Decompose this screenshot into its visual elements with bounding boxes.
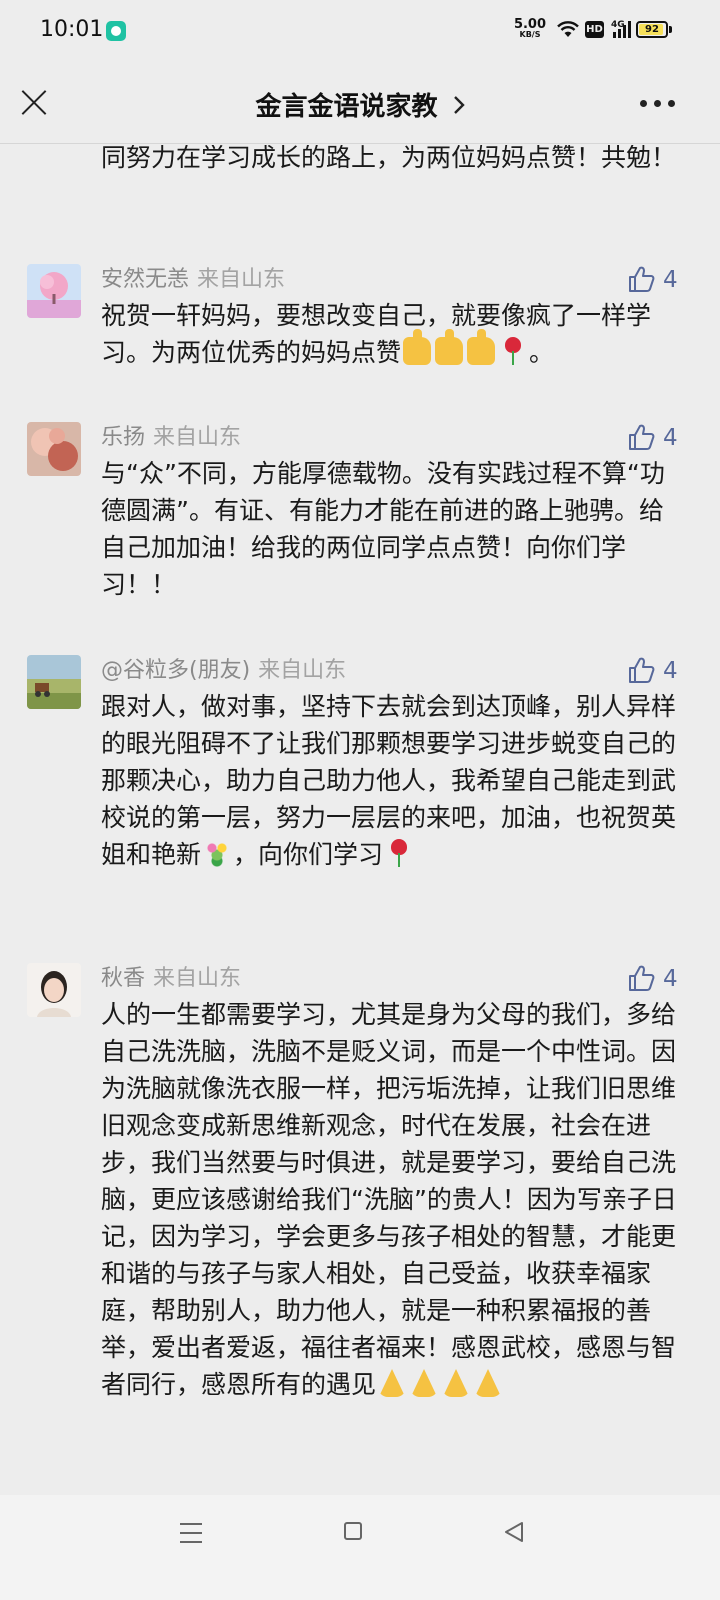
comment-text: 祝贺一轩妈妈，要想改变自己，就要像疯了一样学习。为两位优秀的妈妈点赞。 xyxy=(101,297,681,371)
thumbs-up-emoji xyxy=(435,329,464,365)
avatar[interactable] xyxy=(27,655,81,709)
network-speed-unit: KB/S xyxy=(519,30,541,39)
signal-label: 4G xyxy=(611,20,625,30)
bouquet-emoji xyxy=(203,839,232,867)
commenter-name[interactable]: 安然无恙 xyxy=(101,267,189,292)
thumbs-up-emoji xyxy=(403,329,432,365)
comment-text-part: 。 xyxy=(529,338,555,367)
comment-list[interactable]: 同努力在学习成长的路上，为两位妈妈点赞！共勉！ 安然无恙 来自山东 4 祝贺一轩妈… xyxy=(0,145,720,1495)
like-count: 4 xyxy=(663,966,678,992)
wifi-icon xyxy=(557,21,579,37)
signal-4g-icon: 4G xyxy=(611,20,631,38)
battery-icon: 92 xyxy=(636,21,668,38)
more-options-icon[interactable] xyxy=(640,100,676,108)
comment-text-part: 人的一生都需要学习，尤其是身为父母的我们，多给自己洗洗脑，洗脑不是贬义词，而是一… xyxy=(101,1000,677,1399)
thumbs-up-icon xyxy=(629,424,655,450)
comment-text: 跟对人，做对事，坚持下去就会到达顶峰，别人异样的眼光阻碍不了让我们那颗想要学习进… xyxy=(101,688,681,873)
commenter-location: 来自山东 xyxy=(258,658,347,683)
page-title[interactable]: 金言金语说家教 xyxy=(0,86,720,123)
comment-header: 乐扬 来自山东 xyxy=(101,422,241,454)
thumbs-up-emoji xyxy=(467,329,496,365)
commenter-location: 来自山东 xyxy=(153,425,242,450)
thumbs-up-icon xyxy=(629,266,655,292)
page-title-text: 金言金语说家教 xyxy=(255,92,438,122)
commenter-name[interactable]: 乐扬 xyxy=(101,425,145,450)
rose-emoji xyxy=(385,839,413,867)
like-count: 4 xyxy=(663,267,678,293)
menu-icon[interactable] xyxy=(180,1523,202,1543)
like-count: 4 xyxy=(663,425,678,451)
folded-hands-emoji xyxy=(410,1369,439,1397)
folded-hands-emoji xyxy=(442,1369,471,1397)
thumbs-up-icon xyxy=(629,965,655,991)
system-navigation-bar xyxy=(0,1495,720,1600)
network-speed: 5.00 KB/S xyxy=(512,18,548,39)
top-navigation-bar: 金言金语说家教 xyxy=(0,64,720,144)
chevron-right-icon xyxy=(453,95,465,114)
hd-voice-badge: HD xyxy=(585,21,604,38)
commenter-name[interactable]: 秋香 xyxy=(101,966,145,991)
status-time: 10:01 xyxy=(40,17,104,42)
thumbs-up-icon xyxy=(629,657,655,683)
comment-header: 秋香 来自山东 xyxy=(101,963,241,995)
comment-header: 安然无恙 来自山东 xyxy=(101,264,285,296)
commenter-name[interactable]: @谷粒多(朋友) xyxy=(101,658,250,683)
battery-label: 92 xyxy=(645,24,659,35)
comment-text: 与“众”不同，方能厚德载物。没有实践过程不算“功德圆满”。有证、有能力才能在前进… xyxy=(101,459,665,599)
folded-hands-emoji xyxy=(474,1369,503,1397)
avatar[interactable] xyxy=(27,264,81,318)
avatar[interactable] xyxy=(27,963,81,1017)
commenter-location: 来自山东 xyxy=(197,267,286,292)
avatar[interactable] xyxy=(27,422,81,476)
commenter-location: 来自山东 xyxy=(153,966,242,991)
back-icon[interactable] xyxy=(503,1521,525,1543)
comment-text-part: 祝贺一轩妈妈，要想改变自己，就要像疯了一样学习。为两位优秀的妈妈点赞 xyxy=(101,301,652,367)
comment-header: @谷粒多(朋友) 来自山东 xyxy=(101,655,346,687)
status-bar: 10:01 5.00 KB/S HD 4G 92 xyxy=(0,0,720,64)
comment-text: 人的一生都需要学习，尤其是身为父母的我们，多给自己洗洗脑，洗脑不是贬义词，而是一… xyxy=(101,996,681,1403)
partial-comment-text: 同努力在学习成长的路上，为两位妈妈点赞！共勉！ xyxy=(101,145,677,172)
message-notification-icon xyxy=(106,21,126,41)
battery-cap xyxy=(669,26,672,33)
like-count: 4 xyxy=(663,658,678,684)
comment-text-part: ，向你们学习 xyxy=(233,840,384,869)
home-icon[interactable] xyxy=(344,1522,362,1540)
folded-hands-emoji xyxy=(378,1369,407,1397)
rose-emoji xyxy=(499,337,527,365)
